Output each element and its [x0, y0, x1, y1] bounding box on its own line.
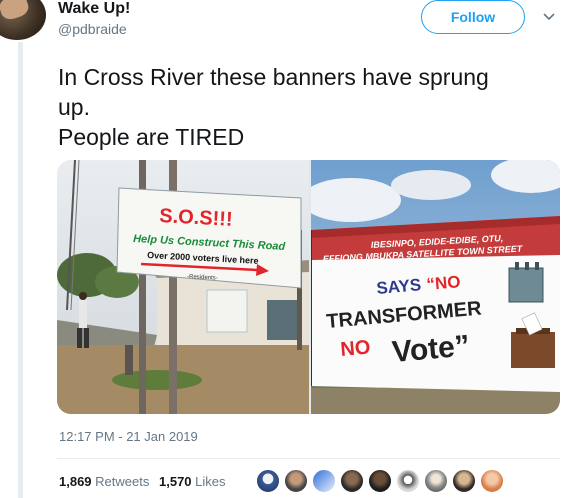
likes-label: Likes [195, 474, 226, 489]
banner-vote-says: SAYS [376, 275, 422, 298]
tweet-stats: 1,869 Retweets 1,570 Likes [59, 474, 232, 489]
likes-count: 1,570 [159, 474, 192, 489]
display-name[interactable]: Wake Up! [58, 0, 130, 18]
retweets-label: Retweets [95, 474, 150, 489]
liker-avatar[interactable] [480, 469, 504, 493]
tweet-line: In Cross River these banners have sprung [58, 64, 489, 90]
liker-avatar[interactable] [340, 469, 364, 493]
user-handle[interactable]: @pdbraide [58, 21, 127, 37]
tweet-line: up. [58, 94, 90, 120]
photo-sos-banner[interactable]: S.O.S!!! Help Us Construct This Road Ove… [57, 160, 309, 414]
tweet-text: In Cross River these banners have sprung… [58, 62, 558, 152]
chevron-down-icon[interactable] [542, 10, 556, 24]
liker-avatar[interactable] [312, 469, 336, 493]
liker-avatar[interactable] [284, 469, 308, 493]
liker-avatar[interactable] [452, 469, 476, 493]
liker-avatar[interactable] [396, 469, 420, 493]
follow-button[interactable]: Follow [421, 0, 525, 34]
avatar[interactable] [0, 0, 46, 40]
likes-stat[interactable]: 1,570 Likes [159, 474, 226, 489]
tweet-line: People are TIRED [58, 124, 245, 150]
banner-sos-title: S.O.S!!! [159, 205, 233, 231]
retweets-count: 1,869 [59, 474, 92, 489]
photo-transformer-banner[interactable]: IBESINPO, EDIDE-EDIBE, OTU, EFFIONG MBUK… [311, 160, 560, 414]
tweet-timestamp[interactable]: 12:17 PM - 21 Jan 2019 [59, 429, 198, 444]
liker-avatar[interactable] [424, 469, 448, 493]
banner-vote-vote: Vote” [391, 329, 471, 369]
divider [57, 458, 560, 459]
liker-avatar[interactable] [368, 469, 392, 493]
retweets-stat[interactable]: 1,869 Retweets [59, 474, 149, 489]
liker-avatar[interactable] [256, 469, 280, 493]
tweet-media[interactable]: S.O.S!!! Help Us Construct This Road Ove… [57, 160, 560, 414]
thread-rail [18, 42, 23, 498]
banner-vote-no1: “NO [426, 272, 462, 294]
banner-vote-no2: NO [340, 336, 372, 361]
